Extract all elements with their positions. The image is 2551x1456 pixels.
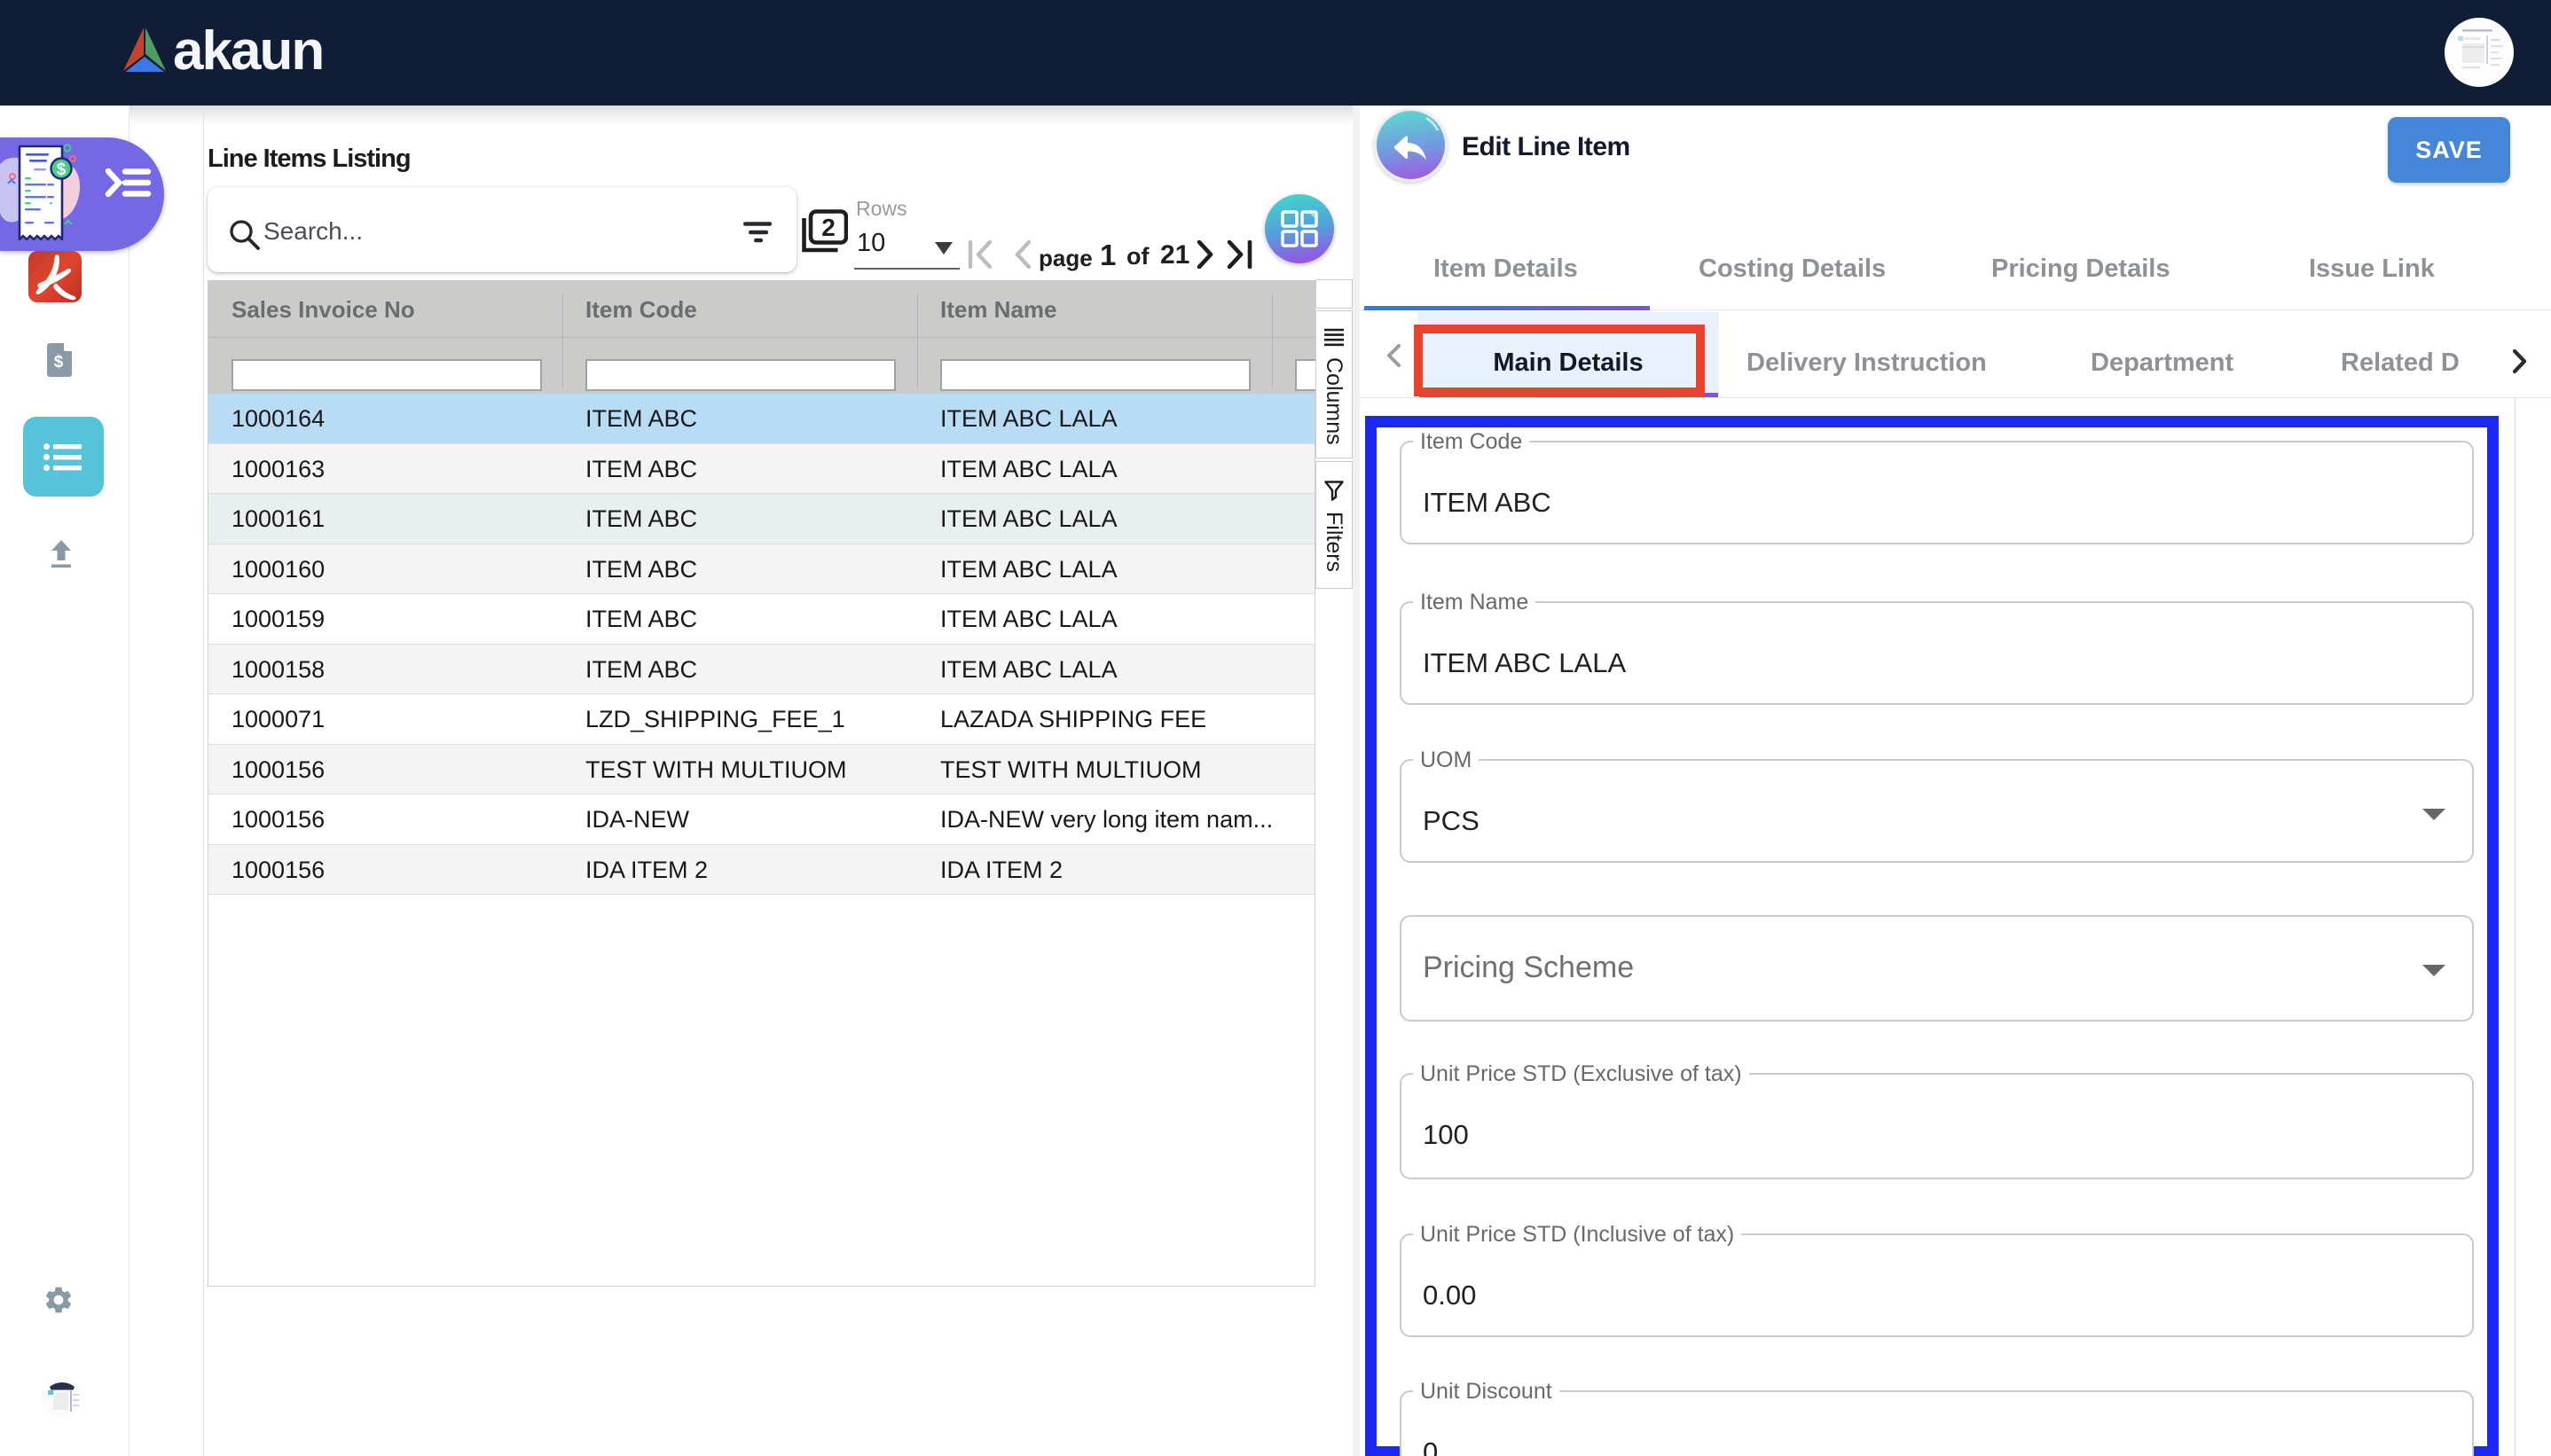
svg-text:$: $ xyxy=(54,353,64,372)
svg-text:2: 2 xyxy=(821,214,836,241)
svg-text:$: $ xyxy=(57,160,67,179)
